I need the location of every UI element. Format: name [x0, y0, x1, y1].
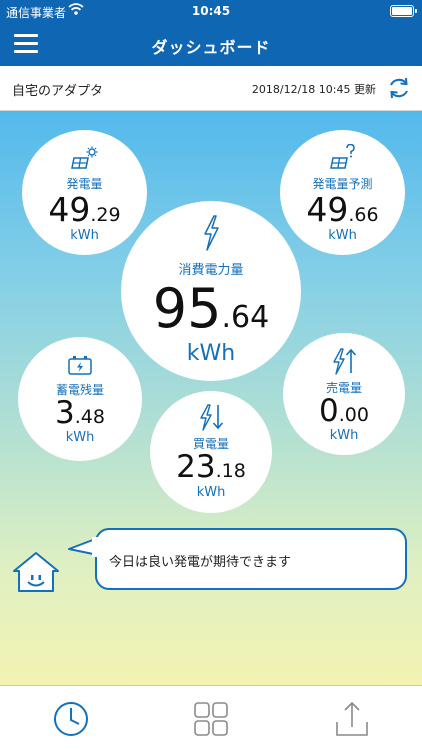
adapter-info-bar: 自宅のアダプタ 2018/12/18 10:45 更新 [0, 66, 422, 111]
battery-icon [390, 5, 417, 17]
speech-tail-join [92, 537, 100, 557]
lightning-icon [204, 215, 219, 251]
page-title: ダッシュボード [151, 38, 271, 57]
forecast-value: 49.66 [306, 190, 379, 229]
share-icon[interactable] [333, 700, 371, 738]
message-bubble: 今日は良い発電が期待できます [95, 528, 407, 590]
sell-unit: kWh [329, 428, 359, 443]
adapter-name[interactable]: 自宅のアダプタ [12, 80, 103, 99]
status-bar: 通信事業者 10:45 [0, 0, 422, 22]
forecast-unit: kWh [328, 228, 357, 243]
storage-unit: kWh [65, 430, 95, 445]
consumption-value: 95.64 [152, 277, 270, 340]
buy-unit: kWh [196, 485, 226, 500]
forecast-tile[interactable]: 発電量予測 49.66 kWh [280, 130, 405, 255]
storage-value: 3.48 [55, 395, 105, 431]
sell-tile[interactable]: 売電量 0.00 kWh [283, 333, 405, 455]
lightning-up-icon [333, 348, 357, 375]
grid-icon[interactable] [192, 700, 230, 738]
tab-bar [0, 685, 422, 750]
nav-bar: ダッシュボード [0, 22, 422, 66]
message-text: 今日は良い発電が期待できます [109, 555, 292, 570]
generation-unit: kWh [70, 228, 99, 243]
lightning-down-icon [200, 404, 224, 431]
solar-panel-question-icon [329, 144, 355, 169]
battery-icon [68, 356, 92, 375]
generation-tile[interactable]: 発電量 49.29 kWh [22, 130, 147, 255]
consumption-unit: kWh [186, 341, 236, 366]
sell-value: 0.00 [319, 393, 369, 429]
storage-tile[interactable]: 蓄電残量 3.48 kWh [18, 337, 142, 461]
consumption-tile[interactable]: 消費電力量 95.64 kWh [121, 201, 301, 381]
solar-panel-sun-icon [70, 146, 97, 169]
refresh-icon[interactable] [386, 75, 412, 101]
buy-tile[interactable]: 買電量 23.18 kWh [150, 391, 272, 513]
clock-icon[interactable] [52, 700, 90, 738]
house-mascot-icon [13, 552, 59, 592]
consumption-label: 消費電力量 [178, 263, 244, 278]
buy-value: 23.18 [176, 449, 246, 485]
last-updated-text: 2018/12/18 10:45 更新 [251, 83, 376, 96]
dashboard-area: 発電量 49.29 kWh 発電量予測 49.66 kWh 消費電力量 95.6… [0, 111, 422, 685]
generation-value: 49.29 [48, 190, 121, 229]
status-time: 10:45 [191, 4, 231, 18]
